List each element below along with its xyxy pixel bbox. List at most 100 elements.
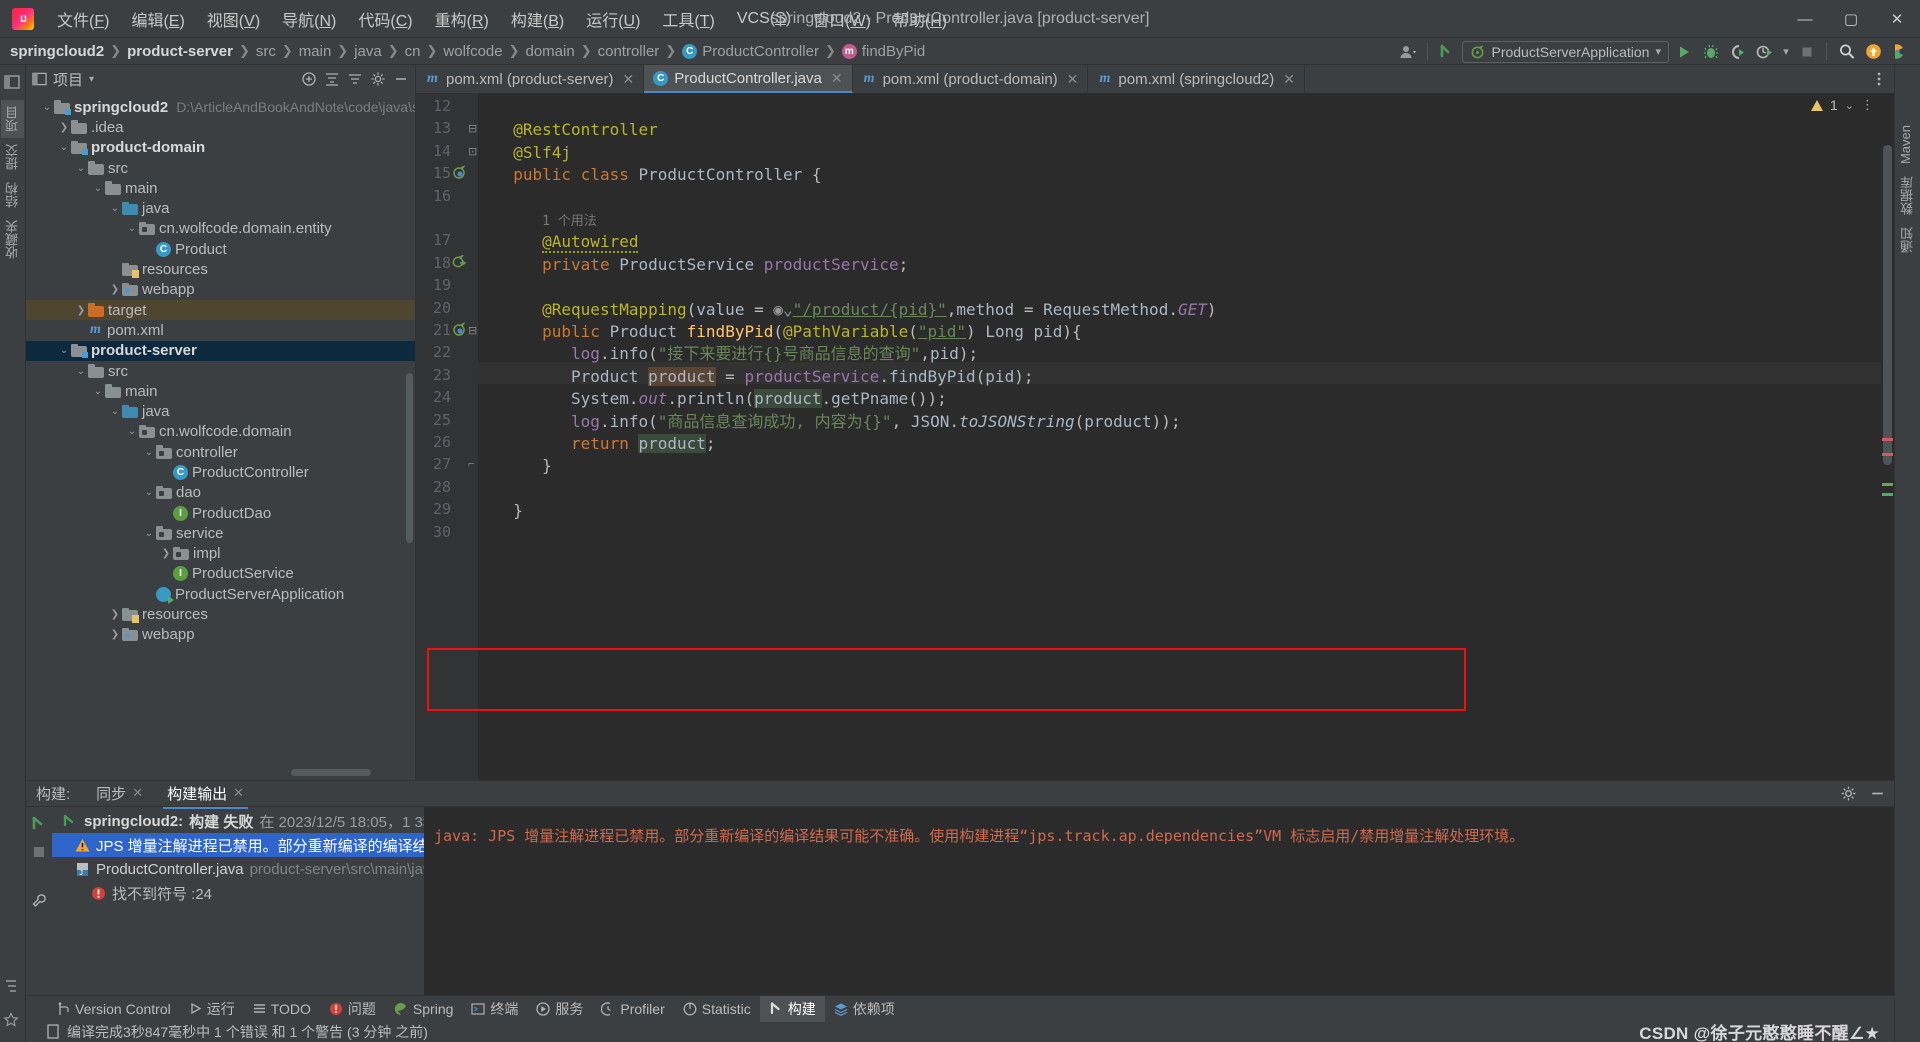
project-tree-hscrollbar[interactable] xyxy=(291,769,371,776)
status-tool-profiler[interactable]: Profiler xyxy=(592,998,673,1020)
tree-node-productdao[interactable]: I ProductDao xyxy=(26,503,415,523)
editor-tab-pom-xml--product-server-[interactable]: m pom.xml (product-server) ✕ xyxy=(416,65,645,93)
build-tab-构建输出[interactable]: 构建输出 ✕ xyxy=(155,780,256,809)
chevron-down-icon[interactable]: ⌄ xyxy=(142,447,156,458)
build-message-row[interactable]: JPS 增量注解进程已禁用。部分重新编译的编译结果可能不 xyxy=(52,833,424,857)
chevron-down-icon[interactable]: ⌄ xyxy=(74,366,88,377)
close-tab-icon[interactable]: ✕ xyxy=(623,71,635,88)
inspections-menu-icon[interactable]: ⋮ xyxy=(1861,97,1874,113)
tree-node--idea[interactable]: ❯ .idea xyxy=(26,117,415,137)
rail-notifications[interactable]: 通知 xyxy=(1896,221,1919,259)
chevron-down-icon[interactable]: ⌄ xyxy=(57,142,71,153)
code-content[interactable]: @RestController @Slf4j public class Produc… xyxy=(478,93,1894,780)
run-button[interactable] xyxy=(1672,41,1696,63)
build-tab-同步[interactable]: 同步 ✕ xyxy=(84,780,155,808)
build-message-row[interactable]: J ProductController.java product-server\sr… xyxy=(52,857,424,881)
project-tree[interactable]: ⌄ springcloud2 D:\ArticleAndBookAndNote\co… xyxy=(26,93,415,780)
menu-window[interactable]: 窗口(W) xyxy=(802,3,882,35)
expand-all-icon[interactable] xyxy=(301,71,317,87)
build-messages-tree[interactable]: springcloud2: 构建 失败在 2023/12/5 18:05，1 3秒… xyxy=(52,807,424,995)
close-button[interactable]: ✕ xyxy=(1874,0,1920,38)
gear-icon[interactable] xyxy=(370,71,386,87)
stop-button[interactable] xyxy=(1795,41,1819,63)
breadcrumb-item-cn[interactable]: cn xyxy=(405,43,421,60)
breadcrumb-item-product-server[interactable]: product-server xyxy=(127,43,233,60)
chevron-right-icon[interactable]: ❯ xyxy=(108,629,122,640)
menu-help[interactable]: 帮助(H) xyxy=(882,3,958,35)
status-tool---[interactable]: 构建 xyxy=(759,995,825,1022)
tree-node-dao[interactable]: ⌄ dao xyxy=(26,483,415,503)
chevron-down-icon[interactable]: ⌄ xyxy=(1845,99,1854,112)
menu-file[interactable]: 文件(F) xyxy=(46,3,120,35)
rail-favorites[interactable]: 收藏夹 xyxy=(1,214,24,265)
maximize-button[interactable]: ▢ xyxy=(1828,0,1874,38)
editor-tabs-menu[interactable] xyxy=(1871,65,1887,93)
chevron-down-icon[interactable]: ⌄ xyxy=(74,163,88,174)
hide-panel-icon[interactable] xyxy=(393,71,409,87)
menu-navigate[interactable]: 导航(N) xyxy=(271,3,347,35)
menu-refactor[interactable]: 重构(R) xyxy=(424,3,500,35)
tree-node-springcloud2[interactable]: ⌄ springcloud2 D:\ArticleAndBookAndNote\co… xyxy=(26,97,415,117)
editor-scrollbar[interactable] xyxy=(1881,93,1894,780)
rail-database[interactable]: 数据库 xyxy=(1896,170,1919,221)
chevron-down-icon[interactable]: ⌄ xyxy=(142,528,156,539)
chevron-down-icon[interactable]: ⌄ xyxy=(125,223,139,234)
status-tool-version-control[interactable]: Version Control xyxy=(48,998,180,1020)
stop-build-icon[interactable] xyxy=(32,845,46,859)
chevron-down-icon[interactable]: ⌄ xyxy=(91,386,105,397)
run-with-coverage-button[interactable] xyxy=(1726,41,1750,63)
info-stripe-marker[interactable] xyxy=(1882,483,1893,486)
ide-assistant-icon[interactable] xyxy=(1888,41,1912,63)
code-fold-marker[interactable]: ⊟ xyxy=(468,324,477,337)
spring-mvc-mapping-gutter-icon[interactable] xyxy=(452,322,466,336)
minimize-button[interactable]: — xyxy=(1782,0,1828,38)
tree-node-java[interactable]: ⌄ java xyxy=(26,401,415,421)
tree-node-productserverapplication[interactable]: ProductServerApplication xyxy=(26,584,415,604)
close-tab-icon[interactable]: ✕ xyxy=(132,785,143,801)
tree-node-main[interactable]: ⌄ main xyxy=(26,178,415,198)
status-tool----[interactable]: 依赖项 xyxy=(825,996,904,1022)
close-tab-icon[interactable]: ✕ xyxy=(233,785,244,801)
autowired-gutter-icon[interactable] xyxy=(452,254,466,269)
breadcrumb-item-main[interactable]: main xyxy=(299,43,332,60)
project-tree-scrollbar[interactable] xyxy=(406,373,413,543)
tree-node-pom-xml[interactable]: m pom.xml xyxy=(26,320,415,340)
editor-scroll-thumb[interactable] xyxy=(1883,145,1892,465)
code-editor[interactable]: 12 13 14 15 16 17 18 19 20 21 22 23 24 25 26 27 28 29 30 ⊟ ⊡… xyxy=(416,93,1894,780)
user-account-icon[interactable] xyxy=(1396,41,1420,63)
close-tab-icon[interactable]: ✕ xyxy=(1067,71,1079,88)
chevron-right-icon[interactable]: ❯ xyxy=(159,548,173,559)
status-tool-todo[interactable]: TODO xyxy=(244,998,320,1020)
menu-edit[interactable]: 编辑(E) xyxy=(120,3,195,35)
update-project-icon[interactable] xyxy=(1435,41,1459,63)
close-tab-icon[interactable]: ✕ xyxy=(1283,71,1295,88)
breadcrumb-item-wolfcode[interactable]: wolfcode xyxy=(443,43,502,60)
info-stripe-marker[interactable] xyxy=(1882,493,1893,496)
breadcrumb-item-springcloud2[interactable]: springcloud2 xyxy=(10,43,104,60)
debug-button[interactable] xyxy=(1699,41,1723,63)
chevron-down-icon[interactable]: ⌄ xyxy=(91,183,105,194)
spring-bean-gutter-icon[interactable] xyxy=(452,165,466,179)
tree-node-product[interactable]: C Product xyxy=(26,239,415,259)
tree-node-src[interactable]: ⌄ src xyxy=(26,361,415,381)
tree-node-target[interactable]: ❯ target xyxy=(26,299,415,321)
chevron-right-icon[interactable]: ❯ xyxy=(108,609,122,620)
tree-node-cn-wolfcode-domain[interactable]: ⌄ cn.wolfcode.domain xyxy=(26,422,415,442)
tree-node-product-server[interactable]: ⌄ product-server xyxy=(26,340,415,361)
rerun-build-icon[interactable] xyxy=(30,815,48,833)
run-configuration-selector[interactable]: ProductServerApplication ▾ xyxy=(1462,40,1669,63)
chevron-down-icon[interactable]: ▾ xyxy=(89,74,94,85)
chevron-down-icon[interactable]: ⌄ xyxy=(108,203,122,214)
project-pane-title[interactable]: 项目 ▾ xyxy=(32,69,94,90)
rail-project[interactable]: 项目 xyxy=(1,100,24,138)
tree-node-productcontroller[interactable]: C ProductController xyxy=(26,462,415,482)
select-opened-file-icon[interactable] xyxy=(347,71,363,87)
status-tool---[interactable]: 终端 xyxy=(462,996,527,1022)
tree-node-java[interactable]: ⌄ java xyxy=(26,198,415,218)
tree-node-resources[interactable]: ❯ resources xyxy=(26,604,415,624)
breadcrumb-item-domain[interactable]: domain xyxy=(526,43,575,60)
tree-node-main[interactable]: ⌄ main xyxy=(26,381,415,401)
favorites-star-icon[interactable] xyxy=(2,1012,23,1032)
minimize-panel-icon[interactable] xyxy=(1869,785,1886,802)
chevron-down-icon[interactable]: ⌄ xyxy=(142,487,156,498)
